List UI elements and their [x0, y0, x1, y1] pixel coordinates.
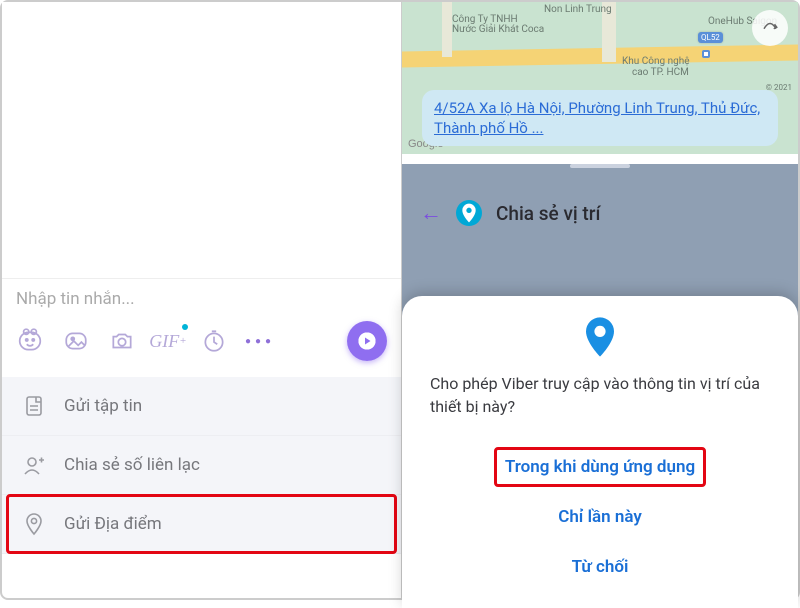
message-input-area: Nhập tin nhắn... GIF+ ●●● [2, 278, 401, 377]
metro-station-icon [702, 50, 710, 58]
right-pane: QL52 Non Linh Trung Công Ty TNHH Nước Gi… [402, 2, 798, 598]
share-icon[interactable] [752, 10, 788, 46]
option-send-file[interactable]: Gửi tập tin [2, 377, 401, 436]
left-pane: Nhập tin nhắn... GIF+ ●●● [2, 2, 402, 598]
share-location-screen: ← Chia sẻ vị trí Cho phép Viber truy cập… [402, 164, 798, 608]
gif-icon[interactable]: GIF+ [154, 328, 182, 354]
permission-deny[interactable]: Từ chối [430, 544, 770, 590]
share-header: ← Chia sẻ vị trí [402, 178, 798, 248]
back-arrow-icon[interactable]: ← [420, 200, 442, 226]
send-button[interactable] [347, 321, 387, 361]
more-icon[interactable]: ●●● [246, 328, 274, 354]
gallery-icon[interactable] [62, 328, 90, 354]
option-share-contact[interactable]: Chia sẻ số liên lạc [2, 436, 401, 495]
share-title: Chia sẻ vị trí [496, 202, 600, 225]
file-icon [22, 394, 46, 418]
contact-icon [22, 453, 46, 477]
permission-only-once[interactable]: Chỉ lần này [430, 494, 770, 540]
road-badge: QL52 [698, 32, 723, 43]
option-label: Gửi tập tin [64, 396, 142, 416]
permission-while-using[interactable]: Trong khi dùng ứng dụng [430, 444, 770, 490]
message-input[interactable]: Nhập tin nhắn... [16, 289, 387, 317]
toolbar: GIF+ ●●● [16, 317, 387, 371]
drag-handle[interactable] [570, 164, 630, 168]
permission-dialog: Cho phép Viber truy cập vào thông tin vị… [402, 296, 798, 608]
option-label: Chia sẻ số liên lạc [64, 455, 200, 475]
location-icon [22, 512, 46, 536]
camera-icon[interactable] [108, 328, 136, 354]
dialog-message: Cho phép Viber truy cập vào thông tin vị… [430, 372, 770, 418]
timer-icon[interactable] [200, 328, 228, 354]
option-label: Gửi Địa điểm [64, 514, 162, 534]
address-bubble[interactable]: 4/52A Xa lộ Hà Nội, Phường Linh Trung, T… [422, 90, 778, 147]
notification-dot [182, 324, 188, 330]
dialog-location-icon [583, 316, 617, 358]
option-send-location[interactable]: Gửi Địa điểm [2, 495, 401, 554]
sticker-icon[interactable] [16, 328, 44, 354]
attachment-options: Gửi tập tin Chia sẻ số liên lạc Gửi Địa … [2, 377, 401, 554]
map-preview[interactable]: QL52 Non Linh Trung Công Ty TNHH Nước Gi… [402, 2, 798, 154]
location-pin-icon [456, 200, 482, 226]
chat-area [2, 2, 401, 278]
